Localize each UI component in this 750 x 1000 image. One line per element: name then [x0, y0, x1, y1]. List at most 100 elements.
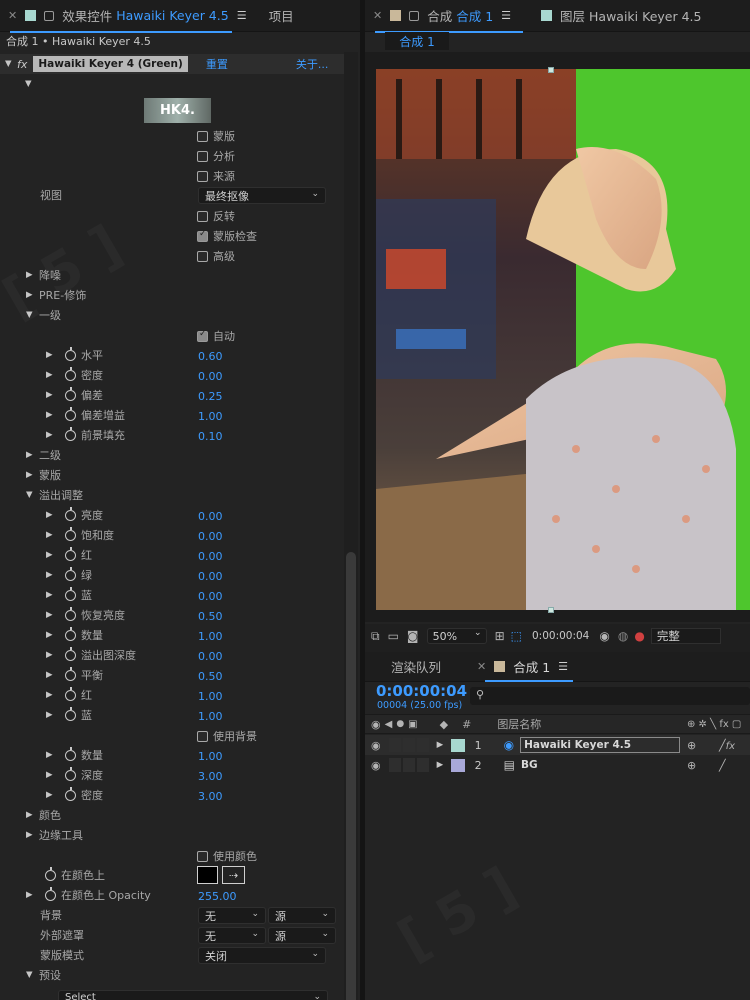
viewer-timecode[interactable]: 0:00:00:04	[532, 630, 589, 642]
expand-triangle-icon[interactable]: ▶	[26, 270, 36, 280]
camera-icon[interactable]: ◉	[599, 629, 609, 643]
eye-icon[interactable]: ◉	[371, 739, 381, 752]
layer-row[interactable]: ◉ ▶ 2 ▤ BG ⊕ ╱	[365, 755, 750, 775]
checkbox[interactable]	[197, 250, 208, 262]
close-icon[interactable]: ✕	[373, 9, 382, 22]
expand-triangle-icon[interactable]: ▶	[26, 830, 36, 840]
stopwatch-icon[interactable]	[65, 686, 76, 701]
param-value[interactable]: 0.00	[198, 586, 223, 606]
col-layer-name[interactable]: 图层名称	[497, 716, 541, 732]
source-checkbox[interactable]: 来源	[197, 166, 235, 186]
audio-icon[interactable]: ◀	[385, 719, 393, 730]
group-presets[interactable]: ▼ 预设	[26, 965, 61, 985]
checkbox[interactable]	[197, 210, 208, 222]
layer-row[interactable]: ◉ ▶ 1 ◉ Hawaiki Keyer 4.5 ⊕ ╱fx	[365, 735, 750, 755]
effect-name[interactable]: Hawaiki Keyer 4 (Green)	[33, 56, 188, 72]
expand-triangle-icon[interactable]: ▶	[26, 290, 36, 300]
mask-visibility-icon[interactable]: ◙	[407, 629, 419, 643]
layer-name[interactable]: Hawaiki Keyer 4.5	[520, 737, 681, 753]
expand-triangle-icon[interactable]: ▶	[46, 770, 56, 780]
lock-column-icon[interactable]: ▣	[408, 719, 417, 730]
checkbox-checked[interactable]	[197, 229, 208, 242]
param-value[interactable]: 0.10	[198, 426, 223, 446]
eye-icon[interactable]: ◉	[371, 759, 381, 772]
tab-layer[interactable]: 图层 Hawaiki Keyer 4.5	[533, 0, 709, 32]
stopwatch-icon[interactable]	[65, 406, 76, 421]
group-level1[interactable]: ▼ 一级	[26, 305, 61, 325]
stopwatch-icon[interactable]	[65, 546, 76, 561]
reset-link[interactable]: 重置	[206, 56, 228, 72]
expand-triangle-icon[interactable]: ▶	[437, 760, 447, 770]
menu-icon[interactable]: ☰	[237, 9, 247, 22]
lock-icon[interactable]	[409, 10, 420, 21]
checkbox[interactable]	[197, 850, 208, 862]
quality-select[interactable]: 完整	[650, 628, 721, 644]
tab-timeline-comp[interactable]: ✕ 合成 1 ☰	[469, 652, 576, 682]
background-select-1[interactable]: 无 ⌄	[198, 907, 266, 924]
expand-triangle-icon[interactable]: ▶	[26, 470, 36, 480]
stopwatch-icon[interactable]	[65, 366, 76, 381]
comp-chip[interactable]: 合成 1	[385, 32, 449, 50]
expand-triangle-icon[interactable]: ▶	[46, 350, 56, 360]
switch-box[interactable]	[416, 738, 429, 752]
expand-triangle-icon[interactable]: ▶	[26, 810, 36, 820]
expand-triangle-icon[interactable]: ▶	[26, 890, 36, 900]
checkbox[interactable]	[197, 130, 208, 142]
expand-triangle-icon[interactable]: ▶	[46, 670, 56, 680]
stopwatch-icon[interactable]	[65, 766, 76, 781]
group-pre-retouch[interactable]: ▶ PRE-修饰	[26, 285, 86, 305]
use-bg-checkbox[interactable]: 使用背景	[197, 726, 257, 746]
expand-triangle-icon[interactable]: ▶	[46, 430, 56, 440]
expand-triangle-icon[interactable]: ▶	[46, 630, 56, 640]
quality-switch-icon[interactable]: ╱fx	[719, 739, 735, 752]
auto-checkbox[interactable]: 自动	[197, 326, 235, 346]
expand-triangle-icon[interactable]: ▶	[46, 650, 56, 660]
collapse-triangle-icon[interactable]: ▼	[26, 970, 36, 980]
expand-triangle-icon[interactable]: ▶	[46, 550, 56, 560]
stopwatch-icon[interactable]	[65, 526, 76, 541]
expand-triangle-icon[interactable]: ▶	[46, 610, 56, 620]
expand-triangle-icon[interactable]: ▶	[46, 790, 56, 800]
background-select-2[interactable]: 源 ⌄	[268, 907, 336, 924]
eyedropper-icon[interactable]: ⇢	[222, 866, 245, 884]
mask-check-checkbox[interactable]: 蒙版检查	[197, 226, 257, 246]
tab-project[interactable]: 项目	[261, 0, 302, 32]
expand-triangle-icon[interactable]: ▶	[46, 750, 56, 760]
param-value[interactable]: 1.00	[198, 746, 223, 766]
menu-icon[interactable]: ☰	[558, 660, 568, 673]
rgb-icon[interactable]: ●	[634, 629, 644, 643]
switch-box[interactable]	[388, 738, 401, 752]
switch-box[interactable]	[402, 758, 415, 772]
tab-composition[interactable]: ✕ 合成 合成 1 ☰	[365, 0, 519, 32]
stopwatch-icon[interactable]	[65, 426, 76, 441]
eye-icon[interactable]: ◉	[371, 718, 381, 731]
expand-triangle-icon[interactable]: ▶	[46, 690, 56, 700]
param-value[interactable]: 1.00	[198, 706, 223, 726]
frame-handle-top[interactable]	[548, 67, 554, 73]
expand-triangle-icon[interactable]: ▶	[46, 370, 56, 380]
param-value[interactable]: 0.00	[198, 526, 223, 546]
checkbox[interactable]	[197, 170, 208, 182]
zoom-select[interactable]: 50% ⌄	[426, 628, 487, 644]
collapse-triangle-icon[interactable]: ▼	[5, 59, 15, 69]
collapse-triangle-icon[interactable]: ▼	[26, 490, 36, 500]
advanced-checkbox[interactable]: 高级	[197, 246, 235, 266]
param-value[interactable]: 3.00	[198, 786, 223, 806]
frame-handle-bottom[interactable]	[548, 607, 554, 613]
group-noise[interactable]: ▶ 降噪	[26, 265, 61, 285]
fit-icon[interactable]: ⊞	[495, 629, 505, 643]
stopwatch-icon[interactable]	[65, 566, 76, 581]
param-value[interactable]: 0.00	[198, 366, 223, 386]
stopwatch-icon[interactable]	[65, 386, 76, 401]
switch-box[interactable]	[416, 758, 429, 772]
analyze-checkbox[interactable]: 分析	[197, 146, 235, 166]
switch-box[interactable]	[402, 738, 415, 752]
tab-render-queue[interactable]: 渲染队列	[383, 652, 449, 682]
stopwatch-icon[interactable]	[45, 866, 56, 881]
param-value[interactable]: 0.50	[198, 606, 223, 626]
layer-color-swatch[interactable]	[450, 738, 465, 752]
tab-effect-controls[interactable]: ✕ 效果控件 Hawaiki Keyer 4.5 ☰	[0, 0, 255, 32]
region-icon[interactable]: ⬚	[511, 629, 522, 643]
quality-switch-icon[interactable]: ╱	[719, 759, 726, 772]
about-link[interactable]: 关于...	[296, 56, 329, 72]
